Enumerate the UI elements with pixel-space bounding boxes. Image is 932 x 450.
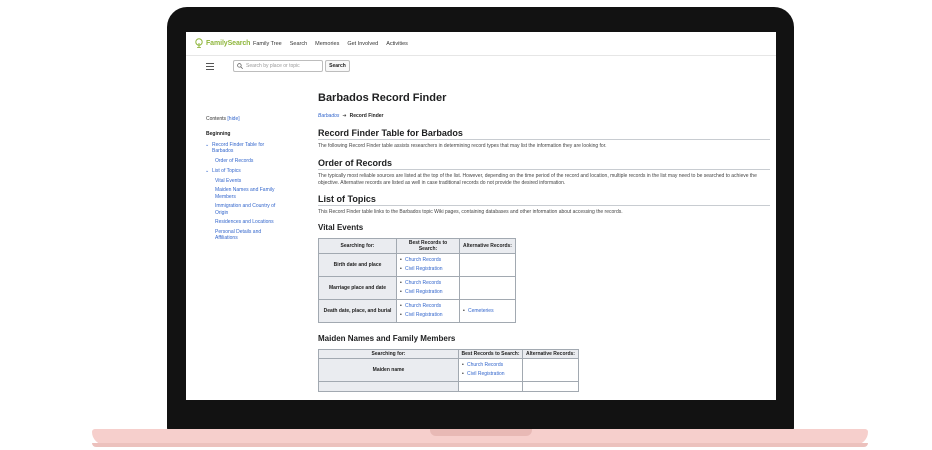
arrow-right-icon: ➜: [342, 113, 347, 119]
breadcrumb-current: Record Finder: [349, 113, 384, 119]
nav-activities[interactable]: Activities: [386, 41, 408, 47]
row-label: Marriage place and date: [318, 276, 397, 300]
row-label: Death date, place, and burial: [318, 299, 397, 323]
vital-events-table: Searching for: Best Records to Search: A…: [318, 238, 516, 323]
record-link[interactable]: Civil Registration: [399, 265, 457, 274]
section-heading-record-finder-table: Record Finder Table for Barbados: [318, 128, 770, 140]
main-nav: Family Tree Search Memories Get Involved…: [253, 41, 408, 47]
chevron-down-icon: ⌄: [205, 168, 210, 174]
column-header: Alternative Records:: [459, 238, 516, 254]
best-records-cell: Church Records Civil Registration: [458, 358, 523, 382]
maiden-names-table: Searching for: Best Records to Search: A…: [318, 349, 579, 392]
toc-item-vital-events[interactable]: Vital Events: [206, 178, 296, 185]
row-label: Birth date and place: [318, 253, 397, 277]
alternative-records-cell: [459, 276, 516, 300]
alternative-records-cell: [522, 381, 579, 392]
row-label: [318, 381, 459, 392]
page-title: Barbados Record Finder: [318, 92, 447, 104]
row-label: Maiden name: [318, 358, 459, 382]
table-row: Maiden name Church Records Civil Registr…: [318, 358, 579, 382]
nav-family-tree[interactable]: Family Tree: [253, 41, 282, 47]
familysearch-logo[interactable]: FamilySearch: [194, 38, 250, 48]
column-header: Searching for:: [318, 349, 459, 359]
toc-item-order-of-records[interactable]: Order of Records: [206, 158, 296, 165]
section-heading-vital-events: Vital Events: [318, 223, 364, 232]
best-records-cell: [458, 381, 523, 392]
laptop-notch: [430, 429, 532, 436]
search-icon: [237, 63, 243, 69]
record-link[interactable]: Cemeteries: [462, 307, 513, 316]
search-button[interactable]: Search: [325, 60, 350, 72]
column-header: Alternative Records:: [522, 349, 579, 359]
record-link[interactable]: Church Records: [399, 302, 457, 311]
column-header: Best Records to Search:: [396, 238, 460, 254]
toc-item-record-finder-table[interactable]: ⌄ Record Finder Table for Barbados: [205, 141, 274, 155]
column-header: Best Records to Search:: [458, 349, 523, 359]
section-text-record-finder-table: The following Record Finder table assist…: [318, 143, 607, 149]
table-header-row: Searching for: Best Records to Search: A…: [318, 238, 516, 254]
toc-title: Contents: [206, 116, 227, 122]
top-navigation: FamilySearch Family Tree Search Memories…: [186, 32, 776, 56]
toc-item-maiden-names[interactable]: Maiden Names and Family Members: [206, 187, 286, 200]
breadcrumb-barbados-link[interactable]: Barbados: [318, 113, 339, 119]
section-heading-maiden-names: Maiden Names and Family Members: [318, 334, 456, 343]
nav-memories[interactable]: Memories: [315, 41, 339, 47]
alternative-records-cell: [459, 253, 516, 277]
browser-screen: FamilySearch Family Tree Search Memories…: [186, 32, 776, 400]
toc-item-label: Record Finder Table for Barbados: [212, 141, 265, 155]
wiki-search-box: [233, 60, 323, 72]
best-records-cell: Church Records Civil Registration: [396, 276, 460, 300]
wiki-toolbar: Search: [186, 57, 776, 77]
table-header-row: Searching for: Best Records to Search: A…: [318, 349, 579, 359]
record-link[interactable]: Church Records: [461, 361, 520, 370]
toc-item-label: List of Topics: [212, 168, 241, 174]
logo-text: FamilySearch: [206, 39, 251, 47]
toc-item-beginning[interactable]: Beginning: [206, 131, 296, 138]
nav-search[interactable]: Search: [290, 41, 307, 47]
section-heading-order-of-records: Order of Records: [318, 158, 770, 170]
toc-hide-link[interactable]: [hide]: [227, 116, 239, 122]
wiki-search-input[interactable]: [246, 63, 321, 69]
record-link[interactable]: Civil Registration: [399, 288, 457, 297]
toc-header: Contents [hide]: [206, 116, 296, 122]
toc-item-list-of-topics[interactable]: ⌄ List of Topics: [205, 168, 296, 175]
breadcrumb: Barbados ➜ Record Finder: [318, 113, 770, 119]
alternative-records-cell: [522, 358, 579, 382]
tree-logo-icon: [195, 38, 203, 48]
section-text-list-of-topics: This Record Finder table links to the Ba…: [318, 208, 623, 215]
record-link[interactable]: Church Records: [399, 279, 457, 288]
section-text-order-of-records: The typically most reliable sources are …: [318, 172, 757, 187]
table-row: Marriage place and date Church Records C…: [318, 276, 516, 300]
table-row: [318, 381, 579, 392]
table-of-contents: Contents [hide] Beginning ⌄ Record Finde…: [205, 116, 296, 242]
menu-icon[interactable]: [206, 63, 214, 70]
record-link[interactable]: Church Records: [399, 256, 457, 265]
toc-item-personal-details[interactable]: Personal Details and Affiliations: [206, 229, 278, 242]
toc-item-residences[interactable]: Residences and Locations: [206, 219, 296, 226]
nav-get-involved[interactable]: Get Involved: [347, 41, 378, 47]
chevron-down-icon: ⌄: [205, 141, 210, 148]
best-records-cell: Church Records Civil Registration: [396, 299, 460, 323]
toc-item-immigration[interactable]: Immigration and Country of Origin: [206, 203, 290, 216]
record-link[interactable]: Civil Registration: [399, 311, 457, 320]
alternative-records-cell: Cemeteries: [459, 299, 516, 323]
article-content: Barbados Record Finder Barbados ➜ Record…: [318, 92, 770, 392]
laptop-base-shadow: [92, 443, 868, 447]
table-row: Death date, place, and burial Church Rec…: [318, 299, 516, 323]
column-header: Searching for:: [318, 238, 397, 254]
table-row: Birth date and place Church Records Civi…: [318, 253, 516, 277]
record-link[interactable]: Civil Registration: [461, 370, 520, 379]
section-heading-list-of-topics: List of Topics: [318, 194, 770, 206]
best-records-cell: Church Records Civil Registration: [396, 253, 460, 277]
